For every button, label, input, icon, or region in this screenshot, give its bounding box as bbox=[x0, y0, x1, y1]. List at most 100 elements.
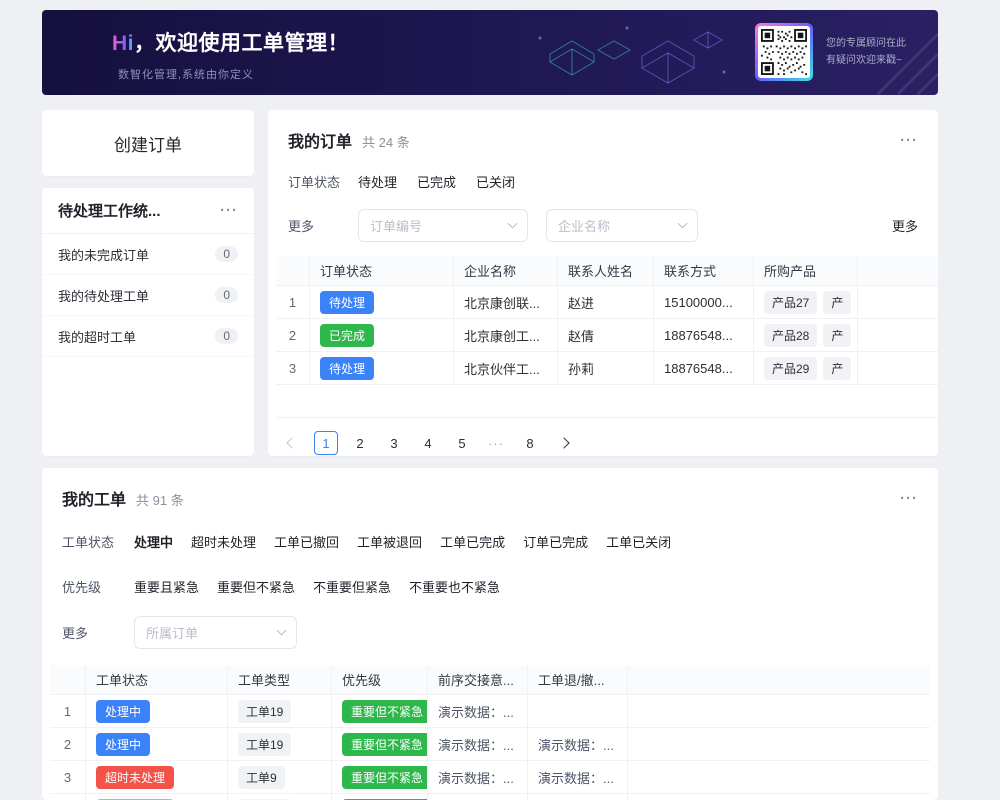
table-row[interactable]: 2 已完成 北京康创工... 赵倩 18876548... 产品28产 bbox=[276, 319, 938, 352]
parent-order-placeholder: 所属订单 bbox=[146, 623, 198, 642]
filter-option-withdrawn[interactable]: 工单已撤回 bbox=[274, 532, 339, 551]
pagination-ellipsis[interactable]: ··· bbox=[484, 431, 508, 455]
row-index: 4 bbox=[50, 794, 86, 800]
workorders-panel-title: 我的工单 bbox=[62, 486, 126, 510]
product-pill-clipped: 产 bbox=[823, 357, 851, 380]
page-button-5[interactable]: 5 bbox=[450, 431, 474, 455]
column-header-wo-type: 工单类型 bbox=[228, 665, 332, 694]
stats-card-title: 待处理工作统... bbox=[58, 200, 161, 221]
type-cell: 工单16 bbox=[228, 794, 332, 800]
more-icon[interactable]: ··· bbox=[900, 133, 918, 148]
extra-cell bbox=[628, 761, 930, 793]
priority-cell: 重要但不紧急 bbox=[332, 728, 428, 760]
company-cell: 北京康创联... bbox=[454, 286, 558, 318]
more-icon[interactable]: ··· bbox=[220, 203, 238, 218]
filter-option-returned[interactable]: 工单被退回 bbox=[357, 532, 422, 551]
workorder-status-filter-row: 工单状态 处理中 超时未处理 工单已撤回 工单被退回 工单已完成 订单已完成 工… bbox=[42, 532, 938, 551]
withdraw-cell: 演示数据：... bbox=[528, 728, 628, 760]
orders-table-header: 订单状态 企业名称 联系人姓名 联系方式 所购产品 bbox=[276, 256, 938, 286]
status-cell: 待处理 bbox=[310, 352, 454, 384]
table-row[interactable]: 1 处理中 工单19 重要但不紧急 演示数据：... bbox=[50, 695, 930, 728]
page-button-2[interactable]: 2 bbox=[348, 431, 372, 455]
column-header-company: 企业名称 bbox=[454, 256, 558, 285]
column-header-product: 所购产品 bbox=[754, 256, 858, 285]
column-header-index bbox=[50, 665, 86, 694]
type-pill: 工单9 bbox=[238, 766, 285, 789]
order-number-select[interactable]: 订单编号 bbox=[358, 209, 528, 242]
product-pill-clipped: 产 bbox=[823, 324, 851, 347]
table-row[interactable]: 2 处理中 工单19 重要但不紧急 演示数据：... 演示数据：... bbox=[50, 728, 930, 761]
orders-more-link[interactable]: 更多 bbox=[892, 216, 918, 235]
status-cell: 已完成 bbox=[310, 319, 454, 351]
pagination-next-button[interactable] bbox=[552, 431, 576, 455]
column-header-priority: 优先级 bbox=[332, 665, 428, 694]
filter-option-wo-closed[interactable]: 工单已关闭 bbox=[606, 532, 671, 551]
priority-options: 重要且紧急 重要但不紧急 不重要但紧急 不重要也不紧急 bbox=[134, 577, 500, 596]
extra-cell bbox=[858, 286, 938, 318]
company-name-select[interactable]: 企业名称 bbox=[546, 209, 698, 242]
stat-item-unfinished-orders[interactable]: 我的未完成订单 0 bbox=[42, 234, 254, 275]
table-row[interactable]: 3 待处理 北京伙伴工... 孙莉 18876548... 产品29产 bbox=[276, 352, 938, 385]
workorder-status-filter-label: 工单状态 bbox=[62, 532, 134, 551]
row-index: 2 bbox=[50, 728, 86, 760]
chevron-right-icon bbox=[558, 437, 569, 448]
filter-option-closed[interactable]: 已关闭 bbox=[476, 172, 515, 191]
workorder-status-options: 处理中 超时未处理 工单已撤回 工单被退回 工单已完成 订单已完成 工单已关闭 bbox=[134, 532, 671, 551]
filter-option-not-important-not-urgent[interactable]: 不重要也不紧急 bbox=[409, 577, 500, 596]
withdraw-cell: 演示数据：... bbox=[528, 794, 628, 800]
filter-option-processing[interactable]: 处理中 bbox=[134, 532, 173, 551]
extra-cell bbox=[858, 352, 938, 384]
parent-order-select[interactable]: 所属订单 bbox=[134, 616, 297, 649]
column-header-order-status: 订单状态 bbox=[310, 256, 454, 285]
more-filters-label: 更多 bbox=[288, 216, 358, 235]
table-row[interactable]: 1 待处理 北京康创联... 赵进 15100000... 产品27产 bbox=[276, 286, 938, 319]
status-cell: 工单已撤回 bbox=[86, 794, 228, 800]
create-order-button[interactable]: 创建订单 bbox=[42, 110, 254, 176]
status-badge: 待处理 bbox=[320, 357, 374, 380]
order-status-options: 待处理 已完成 已关闭 bbox=[358, 172, 515, 191]
stat-value-badge: 0 bbox=[215, 246, 238, 262]
filter-option-not-important-urgent[interactable]: 不重要但紧急 bbox=[313, 577, 391, 596]
stat-item-overtime-workorders[interactable]: 我的超时工单 0 bbox=[42, 316, 254, 357]
filter-option-important-urgent[interactable]: 重要且紧急 bbox=[134, 577, 199, 596]
page-button-4[interactable]: 4 bbox=[416, 431, 440, 455]
order-status-filter-row: 订单状态 待处理 已完成 已关闭 bbox=[268, 172, 938, 191]
filter-option-pending[interactable]: 待处理 bbox=[358, 172, 397, 191]
chevron-down-icon bbox=[508, 219, 518, 229]
withdraw-cell: 演示数据：... bbox=[528, 761, 628, 793]
table-row[interactable]: 4 工单已撤回 工单16 重要但不紧急 演示数据：... 演示数据：... bbox=[50, 794, 930, 800]
filter-option-completed[interactable]: 已完成 bbox=[417, 172, 456, 191]
type-cell: 工单19 bbox=[228, 695, 332, 727]
workorders-table-header: 工单状态 工单类型 优先级 前序交接意... 工单退/撤... bbox=[50, 665, 930, 695]
type-pill: 工单19 bbox=[238, 733, 291, 756]
page-button-1[interactable]: 1 bbox=[314, 431, 338, 455]
pending-stats-card: 待处理工作统... ··· 我的未完成订单 0 我的待处理工单 0 我的超时工单… bbox=[42, 188, 254, 456]
banner-greeting: ，欢迎使用工单管理！ bbox=[134, 32, 349, 55]
column-header-index bbox=[276, 256, 310, 285]
welcome-banner: Hi，欢迎使用工单管理！ 数智化管理,系统由你定义 您的专属顾问在此 有疑问欢迎… bbox=[42, 10, 938, 95]
filter-option-wo-completed[interactable]: 工单已完成 bbox=[440, 532, 505, 551]
filter-option-overtime[interactable]: 超时未处理 bbox=[191, 532, 256, 551]
banner-hi: Hi bbox=[112, 32, 134, 55]
pagination-prev-button[interactable] bbox=[280, 431, 304, 455]
pagination: 1 2 3 4 5 ··· 8 bbox=[280, 431, 938, 455]
chevron-down-icon bbox=[678, 219, 688, 229]
extra-cell bbox=[628, 728, 930, 760]
status-cell: 处理中 bbox=[86, 728, 228, 760]
company-cell: 北京伙伴工... bbox=[454, 352, 558, 384]
page-button-3[interactable]: 3 bbox=[382, 431, 406, 455]
row-index: 2 bbox=[276, 319, 310, 351]
column-header-withdraw: 工单退/撤... bbox=[528, 665, 628, 694]
page-button-8[interactable]: 8 bbox=[518, 431, 542, 455]
filter-option-order-completed[interactable]: 订单已完成 bbox=[523, 532, 588, 551]
more-icon[interactable]: ··· bbox=[900, 491, 918, 506]
stat-label: 我的超时工单 bbox=[58, 327, 136, 346]
product-cell: 产品27产 bbox=[754, 286, 858, 318]
order-status-filter-label: 订单状态 bbox=[288, 172, 358, 191]
table-row[interactable]: 3 超时未处理 工单9 重要但不紧急 演示数据：... 演示数据：... bbox=[50, 761, 930, 794]
filter-option-important-not-urgent[interactable]: 重要但不紧急 bbox=[217, 577, 295, 596]
priority-cell: 重要但不紧急 bbox=[332, 695, 428, 727]
qr-code bbox=[755, 23, 813, 81]
banner-title: Hi，欢迎使用工单管理！ bbox=[112, 27, 349, 57]
stat-item-pending-workorders[interactable]: 我的待处理工单 0 bbox=[42, 275, 254, 316]
